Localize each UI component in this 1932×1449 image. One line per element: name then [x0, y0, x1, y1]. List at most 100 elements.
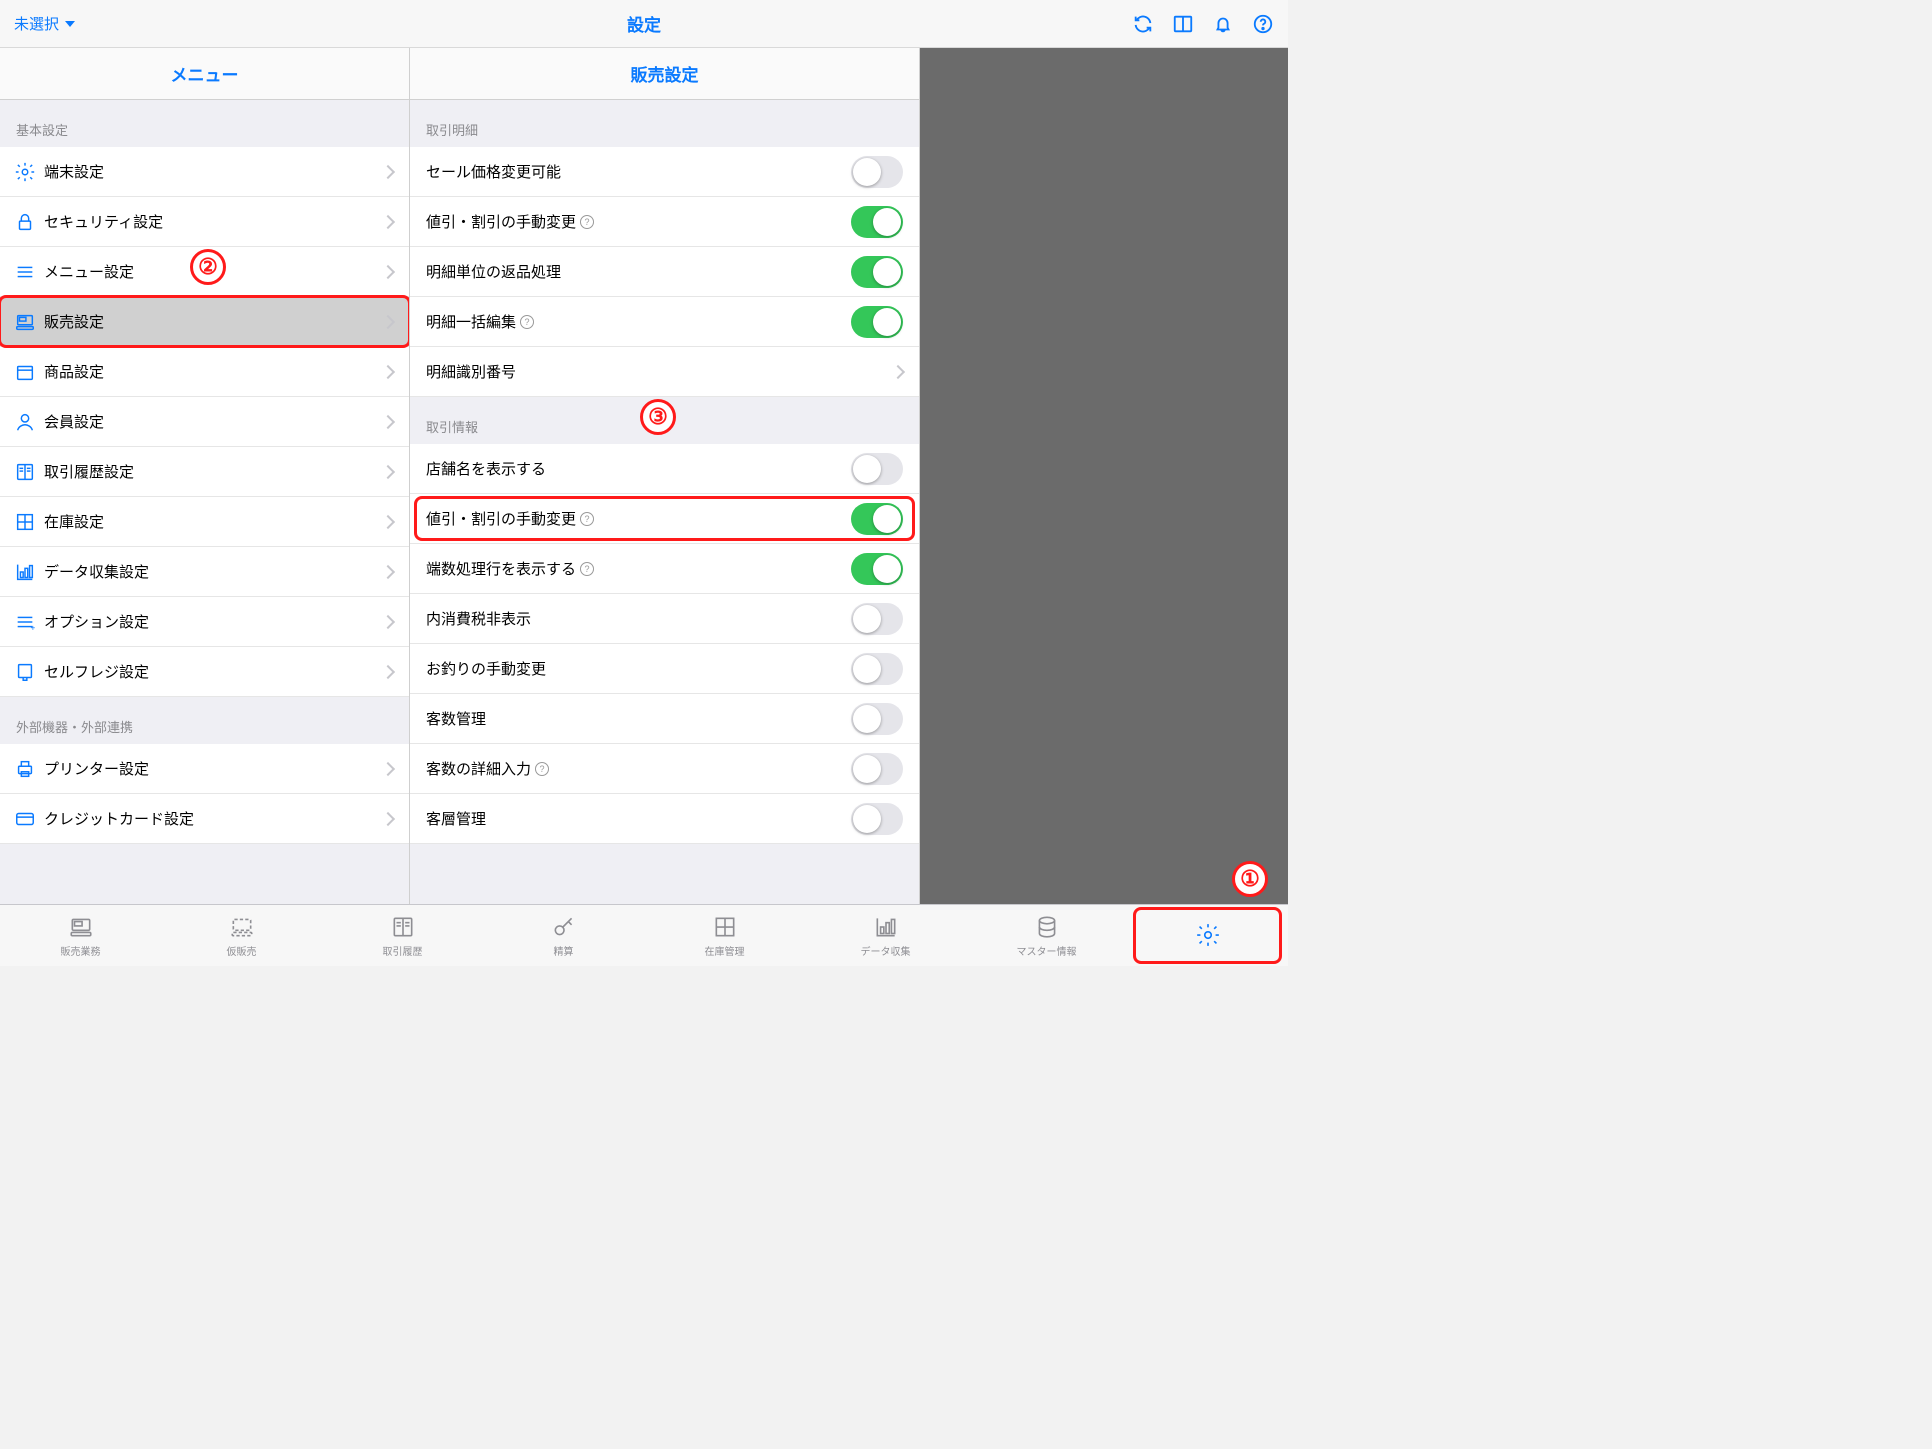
toggle-switch[interactable] [851, 256, 903, 288]
chevron-right-icon [381, 614, 395, 628]
tab-label: データ収集 [861, 943, 911, 958]
menu-row-label: 取引履歴設定 [44, 461, 383, 482]
menu-row-販売設定[interactable]: 販売設定 ② [0, 297, 409, 347]
bell-icon[interactable] [1212, 13, 1234, 35]
tab-データ収集[interactable]: データ収集 [805, 905, 966, 966]
tab-仮販売[interactable]: 仮販売 [161, 905, 322, 966]
setting-row-値引・割引の手動変更: 値引・割引の手動変更? [410, 494, 919, 544]
menu-row-クレジットカード設定[interactable]: クレジットカード設定 [0, 794, 409, 844]
chevron-right-icon [891, 364, 905, 378]
section-header: 外部機器・外部連携 [0, 697, 409, 744]
card-icon [14, 808, 44, 830]
person-icon [14, 411, 44, 433]
toggle-switch[interactable] [851, 803, 903, 835]
setting-row-label: 客層管理 [426, 808, 851, 829]
toggle-switch[interactable] [851, 603, 903, 635]
setting-row-内消費税非表示: 内消費税非表示 [410, 594, 919, 644]
toggle-switch[interactable] [851, 703, 903, 735]
bottom-tab-bar: 販売業務 仮販売 取引履歴 精算 在庫管理 データ収集 マスター情報 ① [0, 904, 1288, 966]
tab-gear[interactable]: ① [1127, 905, 1288, 966]
tab-精算[interactable]: 精算 [483, 905, 644, 966]
section-header: 取引情報③ [410, 397, 919, 444]
menu-row-セルフレジ設定[interactable]: セルフレジ設定 [0, 647, 409, 697]
menu-row-会員設定[interactable]: 会員設定 [0, 397, 409, 447]
chevron-right-icon [381, 364, 395, 378]
tab-在庫管理[interactable]: 在庫管理 [644, 905, 805, 966]
toggle-switch[interactable] [851, 156, 903, 188]
setting-row-客数管理: 客数管理 [410, 694, 919, 744]
toggle-switch[interactable] [851, 206, 903, 238]
chevron-right-icon [381, 214, 395, 228]
setting-row-店舗名を表示する: 店舗名を表示する [410, 444, 919, 494]
graph-icon [14, 561, 44, 583]
gear-icon [14, 161, 44, 183]
setting-row-label: 明細一括編集? [426, 311, 851, 332]
refresh-icon[interactable] [1132, 13, 1154, 35]
menu-row-データ収集設定[interactable]: データ収集設定 [0, 547, 409, 597]
options-icon: + [14, 611, 44, 633]
grid-icon [14, 511, 44, 533]
setting-row-客層管理: 客層管理 [410, 794, 919, 844]
detail-pane: 販売設定 取引明細セール価格変更可能値引・割引の手動変更?明細単位の返品処理明細… [410, 48, 920, 904]
menu-row-label: 端末設定 [44, 161, 383, 182]
tab-取引履歴[interactable]: 取引履歴 [322, 905, 483, 966]
menu-pane: メニュー 基本設定 端末設定 セキュリティ設定 メニュー設定 販売設定 ② 商品… [0, 48, 410, 904]
setting-row-label: 内消費税非表示 [426, 608, 851, 629]
toggle-switch[interactable] [851, 653, 903, 685]
toggle-switch[interactable] [851, 503, 903, 535]
toggle-switch[interactable] [851, 553, 903, 585]
annotation-③: ③ [640, 399, 676, 435]
svg-text:+: + [31, 623, 36, 632]
help-icon[interactable]: ? [580, 215, 594, 229]
chevron-right-icon [381, 564, 395, 578]
printer-icon [14, 758, 44, 780]
menu-row-label: クレジットカード設定 [44, 808, 383, 829]
menu-row-オプション設定[interactable]: + オプション設定 [0, 597, 409, 647]
tab-販売業務[interactable]: 販売業務 [0, 905, 161, 966]
menu-row-label: データ収集設定 [44, 561, 383, 582]
menu-row-label: 在庫設定 [44, 511, 383, 532]
tab-マスター情報[interactable]: マスター情報 [966, 905, 1127, 966]
setting-row-label: お釣りの手動変更 [426, 658, 851, 679]
chevron-down-icon [65, 21, 75, 27]
menu-row-セキュリティ設定[interactable]: セキュリティ設定 [0, 197, 409, 247]
page-title: 設定 [627, 11, 661, 36]
help-icon[interactable] [1252, 13, 1274, 35]
help-icon[interactable]: ? [535, 762, 549, 776]
main-columns: メニュー 基本設定 端末設定 セキュリティ設定 メニュー設定 販売設定 ② 商品… [0, 48, 1288, 904]
chevron-right-icon [381, 414, 395, 428]
menu-pane-header: メニュー [0, 48, 409, 100]
tab-label: 在庫管理 [705, 943, 745, 958]
chevron-right-icon [381, 664, 395, 678]
menu-row-在庫設定[interactable]: 在庫設定 [0, 497, 409, 547]
book-icon [390, 913, 416, 941]
gear-icon [1195, 921, 1221, 949]
menu-row-取引履歴設定[interactable]: 取引履歴設定 [0, 447, 409, 497]
setting-row-label: 明細単位の返品処理 [426, 261, 851, 282]
detail-list: 取引明細セール価格変更可能値引・割引の手動変更?明細単位の返品処理明細一括編集?… [410, 100, 919, 904]
chevron-right-icon [381, 164, 395, 178]
help-icon[interactable]: ? [580, 512, 594, 526]
menu-row-端末設定[interactable]: 端末設定 [0, 147, 409, 197]
menu-row-label: 会員設定 [44, 411, 383, 432]
register-dashed-icon [229, 913, 255, 941]
toggle-switch[interactable] [851, 453, 903, 485]
chevron-right-icon [381, 264, 395, 278]
menu-row-商品設定[interactable]: 商品設定 [0, 347, 409, 397]
menu-row-メニュー設定[interactable]: メニュー設定 [0, 247, 409, 297]
help-icon[interactable]: ? [520, 315, 534, 329]
tab-label: 販売業務 [61, 943, 101, 958]
book-icon [14, 461, 44, 483]
staff-selector-label: 未選択 [14, 13, 59, 34]
menu-row-プリンター設定[interactable]: プリンター設定 [0, 744, 409, 794]
staff-selector[interactable]: 未選択 [14, 13, 75, 34]
detail-pane-header: 販売設定 [410, 48, 919, 100]
grid-icon [712, 913, 738, 941]
panel-icon[interactable] [1172, 13, 1194, 35]
toggle-switch[interactable] [851, 753, 903, 785]
toggle-switch[interactable] [851, 306, 903, 338]
help-icon[interactable]: ? [580, 562, 594, 576]
chevron-right-icon [381, 811, 395, 825]
chevron-right-icon [381, 464, 395, 478]
setting-row-お釣りの手動変更: お釣りの手動変更 [410, 644, 919, 694]
